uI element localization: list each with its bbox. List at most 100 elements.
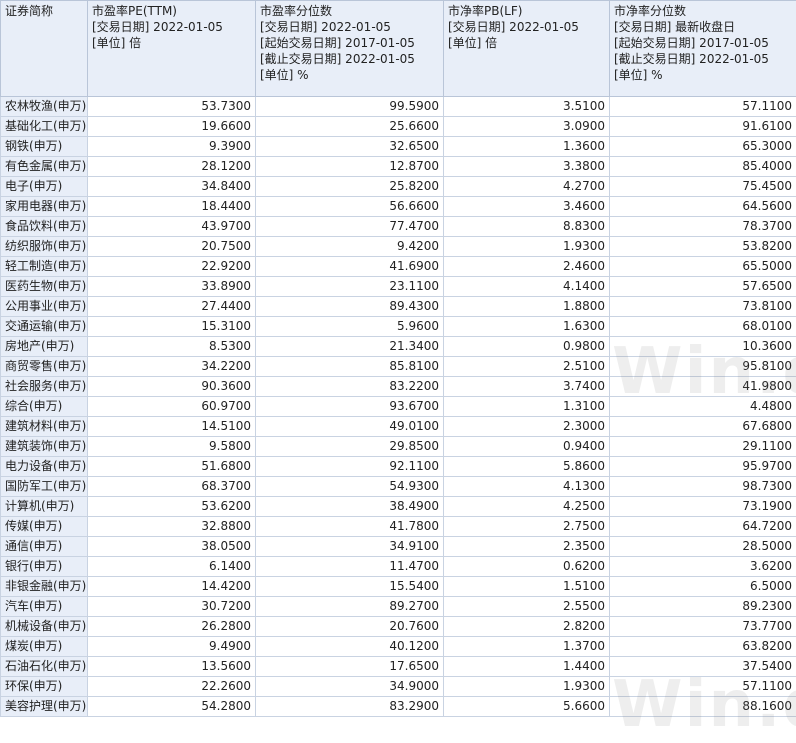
pe-percentile-cell[interactable]: 32.6500 [255, 136, 444, 157]
pe-ttm-cell[interactable]: 38.0500 [87, 536, 256, 557]
table-row[interactable]: 综合(申万) 60.9700 93.6700 1.3100 4.4800 [0, 396, 796, 417]
pb-lf-cell[interactable]: 1.9300 [443, 676, 610, 697]
pe-ttm-cell[interactable]: 6.1400 [87, 556, 256, 577]
pe-ttm-cell[interactable]: 18.4400 [87, 196, 256, 217]
pb-percentile-cell[interactable]: 29.1100 [609, 436, 796, 457]
security-name-cell[interactable]: 环保(申万) [0, 676, 88, 697]
security-name-cell[interactable]: 社会服务(申万) [0, 376, 88, 397]
pe-percentile-cell[interactable]: 21.3400 [255, 336, 444, 357]
column-header-pe-ttm[interactable]: 市盈率PE(TTM) [交易日期] 2022-01-05 [单位] 倍 [87, 0, 256, 97]
pb-lf-cell[interactable]: 4.2500 [443, 496, 610, 517]
pb-percentile-cell[interactable]: 98.7300 [609, 476, 796, 497]
pe-percentile-cell[interactable]: 29.8500 [255, 436, 444, 457]
table-row[interactable]: 纺织服饰(申万) 20.7500 9.4200 1.9300 53.8200 [0, 236, 796, 257]
table-row[interactable]: 食品饮料(申万) 43.9700 77.4700 8.8300 78.3700 [0, 216, 796, 237]
pe-percentile-cell[interactable]: 49.0100 [255, 416, 444, 437]
pb-percentile-cell[interactable]: 57.6500 [609, 276, 796, 297]
pb-lf-cell[interactable]: 4.1400 [443, 276, 610, 297]
pb-percentile-cell[interactable]: 65.5000 [609, 256, 796, 277]
pb-lf-cell[interactable]: 2.3500 [443, 536, 610, 557]
pb-lf-cell[interactable]: 4.2700 [443, 176, 610, 197]
security-name-cell[interactable]: 计算机(申万) [0, 496, 88, 517]
pb-lf-cell[interactable]: 1.9300 [443, 236, 610, 257]
security-name-cell[interactable]: 银行(申万) [0, 556, 88, 577]
pb-percentile-cell[interactable]: 85.4000 [609, 156, 796, 177]
pe-percentile-cell[interactable]: 54.9300 [255, 476, 444, 497]
column-header-security-name[interactable]: 证券简称 [0, 0, 88, 97]
column-header-pb-lf[interactable]: 市净率PB(LF) [交易日期] 2022-01-05 [单位] 倍 [443, 0, 610, 97]
pe-percentile-cell[interactable]: 34.9100 [255, 536, 444, 557]
pe-ttm-cell[interactable]: 14.5100 [87, 416, 256, 437]
security-name-cell[interactable]: 食品饮料(申万) [0, 216, 88, 237]
table-row[interactable]: 交通运输(申万) 15.3100 5.9600 1.6300 68.0100 [0, 316, 796, 337]
pb-lf-cell[interactable]: 1.6300 [443, 316, 610, 337]
pb-percentile-cell[interactable]: 37.5400 [609, 656, 796, 677]
table-row[interactable]: 钢铁(申万) 9.3900 32.6500 1.3600 65.3000 [0, 136, 796, 157]
table-row[interactable]: 基础化工(申万) 19.6600 25.6600 3.0900 91.6100 [0, 116, 796, 137]
pb-percentile-cell[interactable]: 10.3600 [609, 336, 796, 357]
table-row[interactable]: 美容护理(申万) 54.2800 83.2900 5.6600 88.1600 [0, 696, 796, 717]
pe-percentile-cell[interactable]: 89.2700 [255, 596, 444, 617]
pe-percentile-cell[interactable]: 99.5900 [255, 96, 444, 117]
pe-ttm-cell[interactable]: 22.2600 [87, 676, 256, 697]
pb-percentile-cell[interactable]: 73.7700 [609, 616, 796, 637]
pe-percentile-cell[interactable]: 93.6700 [255, 396, 444, 417]
security-name-cell[interactable]: 电子(申万) [0, 176, 88, 197]
security-name-cell[interactable]: 家用电器(申万) [0, 196, 88, 217]
pe-ttm-cell[interactable]: 34.2200 [87, 356, 256, 377]
table-row[interactable]: 煤炭(申万) 9.4900 40.1200 1.3700 63.8200 [0, 636, 796, 657]
pb-percentile-cell[interactable]: 75.4500 [609, 176, 796, 197]
pb-percentile-cell[interactable]: 67.6800 [609, 416, 796, 437]
security-name-cell[interactable]: 电力设备(申万) [0, 456, 88, 477]
pe-ttm-cell[interactable]: 14.4200 [87, 576, 256, 597]
pb-lf-cell[interactable]: 2.5100 [443, 356, 610, 377]
pb-percentile-cell[interactable]: 95.9700 [609, 456, 796, 477]
pb-lf-cell[interactable]: 2.4600 [443, 256, 610, 277]
security-name-cell[interactable]: 交通运输(申万) [0, 316, 88, 337]
pe-percentile-cell[interactable]: 83.2200 [255, 376, 444, 397]
pb-percentile-cell[interactable]: 78.3700 [609, 216, 796, 237]
security-name-cell[interactable]: 汽车(申万) [0, 596, 88, 617]
pe-percentile-cell[interactable]: 77.4700 [255, 216, 444, 237]
table-row[interactable]: 非银金融(申万) 14.4200 15.5400 1.5100 6.5000 [0, 576, 796, 597]
pe-ttm-cell[interactable]: 43.9700 [87, 216, 256, 237]
pe-percentile-cell[interactable]: 12.8700 [255, 156, 444, 177]
pe-ttm-cell[interactable]: 15.3100 [87, 316, 256, 337]
table-row[interactable]: 石油石化(申万) 13.5600 17.6500 1.4400 37.5400 [0, 656, 796, 677]
table-row[interactable]: 商贸零售(申万) 34.2200 85.8100 2.5100 95.8100 [0, 356, 796, 377]
pb-percentile-cell[interactable]: 28.5000 [609, 536, 796, 557]
pe-ttm-cell[interactable]: 9.5800 [87, 436, 256, 457]
pb-lf-cell[interactable]: 1.4400 [443, 656, 610, 677]
pb-percentile-cell[interactable]: 65.3000 [609, 136, 796, 157]
pb-lf-cell[interactable]: 5.6600 [443, 696, 610, 717]
table-row[interactable]: 有色金属(申万) 28.1200 12.8700 3.3800 85.4000 [0, 156, 796, 177]
pe-ttm-cell[interactable]: 53.6200 [87, 496, 256, 517]
pb-percentile-cell[interactable]: 53.8200 [609, 236, 796, 257]
pb-lf-cell[interactable]: 1.5100 [443, 576, 610, 597]
pb-lf-cell[interactable]: 5.8600 [443, 456, 610, 477]
table-row[interactable]: 公用事业(申万) 27.4400 89.4300 1.8800 73.8100 [0, 296, 796, 317]
pe-percentile-cell[interactable]: 89.4300 [255, 296, 444, 317]
pb-lf-cell[interactable]: 3.7400 [443, 376, 610, 397]
pb-percentile-cell[interactable]: 63.8200 [609, 636, 796, 657]
pe-ttm-cell[interactable]: 68.3700 [87, 476, 256, 497]
pb-lf-cell[interactable]: 4.1300 [443, 476, 610, 497]
security-name-cell[interactable]: 医药生物(申万) [0, 276, 88, 297]
pb-percentile-cell[interactable]: 6.5000 [609, 576, 796, 597]
pb-percentile-cell[interactable]: 73.8100 [609, 296, 796, 317]
pe-ttm-cell[interactable]: 20.7500 [87, 236, 256, 257]
security-name-cell[interactable]: 国防军工(申万) [0, 476, 88, 497]
security-name-cell[interactable]: 美容护理(申万) [0, 696, 88, 717]
pe-percentile-cell[interactable]: 17.6500 [255, 656, 444, 677]
table-row[interactable]: 国防军工(申万) 68.3700 54.9300 4.1300 98.7300 [0, 476, 796, 497]
pb-percentile-cell[interactable]: 64.5600 [609, 196, 796, 217]
pe-percentile-cell[interactable]: 85.8100 [255, 356, 444, 377]
pb-percentile-cell[interactable]: 89.2300 [609, 596, 796, 617]
pe-ttm-cell[interactable]: 13.5600 [87, 656, 256, 677]
security-name-cell[interactable]: 基础化工(申万) [0, 116, 88, 137]
table-row[interactable]: 轻工制造(申万) 22.9200 41.6900 2.4600 65.5000 [0, 256, 796, 277]
security-name-cell[interactable]: 传媒(申万) [0, 516, 88, 537]
pb-percentile-cell[interactable]: 64.7200 [609, 516, 796, 537]
security-name-cell[interactable]: 纺织服饰(申万) [0, 236, 88, 257]
pe-ttm-cell[interactable]: 51.6800 [87, 456, 256, 477]
